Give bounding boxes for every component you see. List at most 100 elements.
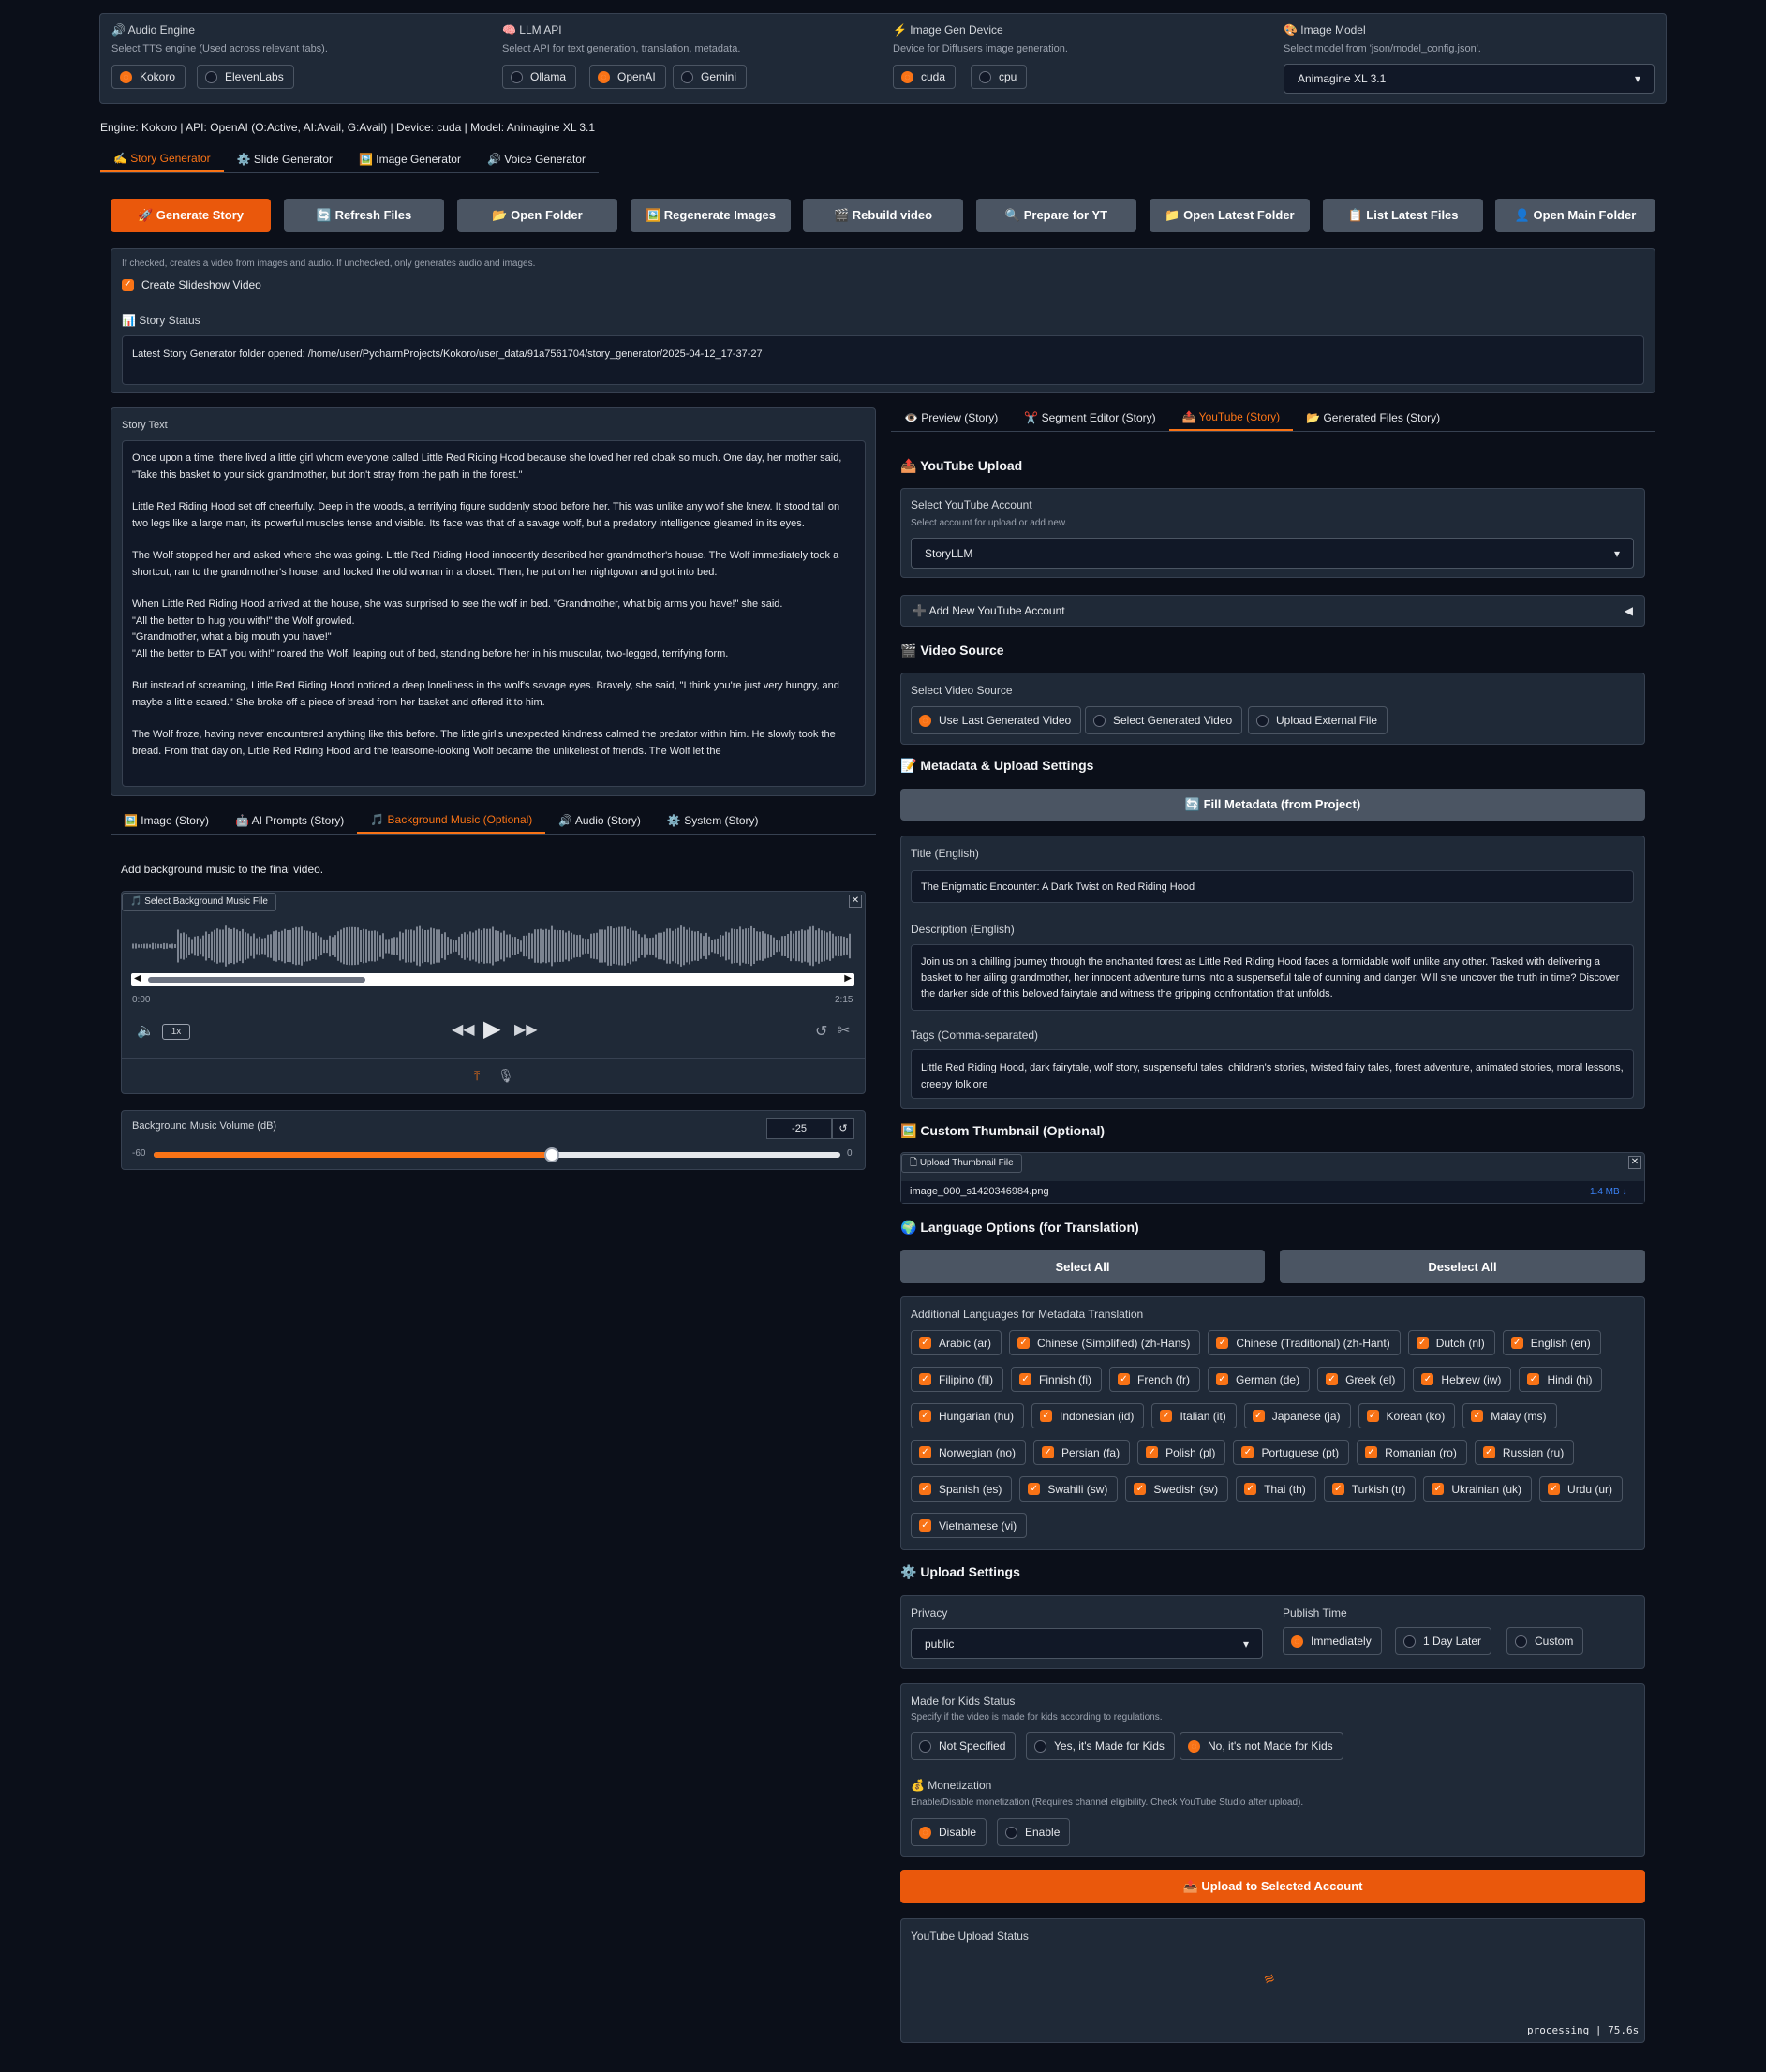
tab-voice-generator[interactable]: 🔊 Voice Generator	[474, 146, 599, 172]
scissors-icon[interactable]: ✂	[838, 1021, 850, 1040]
volume-icon[interactable]: 🔈	[137, 1022, 155, 1039]
story-textarea[interactable]: Once upon a time, there lived a little g…	[122, 440, 866, 787]
tab-story-generator[interactable]: ✍️ Story Generator	[100, 146, 224, 172]
language-checkbox[interactable]: ✓ Italian (it)	[1151, 1403, 1237, 1428]
volume-number-input[interactable]: -25	[766, 1118, 832, 1139]
tab-ai-prompts[interactable]: 🤖 AI Prompts (Story)	[222, 807, 357, 834]
tags-textarea[interactable]: Little Red Riding Hood, dark fairytale, …	[911, 1049, 1634, 1099]
add-account-accordion[interactable]: ➕ Add New YouTube Account ◀	[900, 595, 1645, 627]
language-checkbox[interactable]: ✓ Urdu (ur)	[1539, 1476, 1624, 1502]
tab-image-generator[interactable]: 🖼️ Image Generator	[346, 146, 474, 172]
slideshow-checkbox[interactable]: ✓ Create Slideshow Video	[122, 278, 261, 291]
language-checkbox[interactable]: ✓ Polish (pl)	[1137, 1440, 1226, 1465]
volume-slider[interactable]	[154, 1147, 840, 1162]
open-folder-button[interactable]: 📂 Open Folder	[457, 199, 617, 232]
thumbnail-size[interactable]: 1.4 MB ↓	[1590, 1187, 1626, 1197]
microphone-icon[interactable]: 🎙	[497, 1068, 514, 1084]
radio-kokoro[interactable]: Kokoro	[111, 65, 186, 89]
radio-monetization-enable[interactable]: Enable	[997, 1818, 1071, 1846]
generate-story-button[interactable]: 🚀 Generate Story	[111, 199, 271, 232]
language-checkbox[interactable]: ✓ Portuguese (pt)	[1233, 1440, 1350, 1465]
fill-metadata-button[interactable]: 🔄 Fill Metadata (from Project)	[900, 789, 1645, 821]
description-textarea[interactable]: Join us on a chilling journey through th…	[911, 944, 1634, 1011]
tab-slide-generator[interactable]: ⚙️ Slide Generator	[224, 146, 346, 172]
language-checkbox[interactable]: ✓ Thai (th)	[1236, 1476, 1316, 1502]
language-checkbox[interactable]: ✓ English (en)	[1502, 1330, 1601, 1355]
language-checkbox[interactable]: ✓ Spanish (es)	[911, 1476, 1013, 1502]
deselect-all-button[interactable]: Deselect All	[1280, 1250, 1645, 1283]
language-checkbox[interactable]: ✓ Japanese (ja)	[1243, 1403, 1351, 1428]
radio-select-generated-video[interactable]: Select Generated Video	[1085, 706, 1243, 734]
select-all-button[interactable]: Select All	[900, 1250, 1265, 1283]
language-checkbox[interactable]: ✓ French (fr)	[1109, 1367, 1201, 1392]
volume-reset-icon[interactable]: ↺	[832, 1118, 854, 1139]
radio-publish-custom[interactable]: Custom	[1506, 1627, 1584, 1655]
image-model-dropdown[interactable]: Animagine XL 3.1 ▾	[1284, 64, 1655, 94]
language-checkbox[interactable]: ✓ Swedish (sv)	[1125, 1476, 1229, 1502]
chevron-right-icon[interactable]: ▶	[844, 973, 852, 984]
radio-upload-external[interactable]: Upload External File	[1248, 706, 1388, 734]
tab-segment-editor[interactable]: ✂️ Segment Editor (Story)	[1011, 405, 1168, 431]
language-checkbox[interactable]: ✓ Turkish (tr)	[1323, 1476, 1417, 1502]
chevron-left-icon[interactable]: ◀	[134, 973, 141, 984]
open-main-folder-button[interactable]: 👤 Open Main Folder	[1495, 199, 1655, 232]
language-checkbox[interactable]: ✓ Vietnamese (vi)	[911, 1513, 1028, 1538]
radio-monetization-disable[interactable]: Disable	[911, 1818, 987, 1846]
tab-system-story[interactable]: ⚙️ System (Story)	[654, 807, 772, 834]
radio-kids-yes[interactable]: Yes, it's Made for Kids	[1026, 1732, 1175, 1760]
radio-publish-1-day[interactable]: 1 Day Later	[1395, 1627, 1492, 1655]
language-checkbox[interactable]: ✓ Swahili (sw)	[1019, 1476, 1119, 1502]
language-checkbox[interactable]: ✓ Norwegian (no)	[911, 1440, 1027, 1465]
radio-openai[interactable]: OpenAI	[589, 65, 666, 89]
language-checkbox[interactable]: ✓ Hebrew (iw)	[1413, 1367, 1512, 1392]
open-latest-folder-button[interactable]: 📁 Open Latest Folder	[1150, 199, 1310, 232]
radio-cpu[interactable]: cpu	[971, 65, 1028, 89]
reset-icon[interactable]: ↺	[815, 1022, 827, 1041]
language-checkbox[interactable]: ✓ German (de)	[1208, 1367, 1311, 1392]
close-icon[interactable]: ✕	[1628, 1156, 1641, 1169]
tab-image-story[interactable]: 🖼️ Image (Story)	[111, 807, 222, 834]
language-checkbox[interactable]: ✓ Hungarian (hu)	[911, 1403, 1025, 1428]
upload-button[interactable]: 📤 Upload to Selected Account	[900, 1870, 1645, 1903]
radio-kids-no[interactable]: No, it's not Made for Kids	[1180, 1732, 1343, 1760]
timeline-track[interactable]: ◀ ▶	[131, 973, 854, 986]
language-checkbox[interactable]: ✓ Greek (el)	[1317, 1367, 1406, 1392]
tab-bg-music[interactable]: 🎵 Background Music (Optional)	[357, 807, 546, 834]
language-checkbox[interactable]: ✓ Finnish (fi)	[1011, 1367, 1103, 1392]
language-checkbox[interactable]: ✓ Arabic (ar)	[911, 1330, 1002, 1355]
radio-gemini[interactable]: Gemini	[673, 65, 748, 89]
upload-icon[interactable]: ⤒	[474, 1068, 480, 1084]
list-latest-files-button[interactable]: 📋 List Latest Files	[1323, 199, 1483, 232]
regenerate-images-button[interactable]: 🖼️ Regenerate Images	[631, 199, 791, 232]
volume-slider-handle[interactable]	[544, 1147, 560, 1162]
thumbnail-filename[interactable]: image_000_s1420346984.png	[910, 1186, 1049, 1197]
forward-icon[interactable]: ▶▶	[514, 1020, 538, 1039]
language-checkbox[interactable]: ✓ Korean (ko)	[1358, 1403, 1456, 1428]
language-checkbox[interactable]: ✓ Romanian (ro)	[1357, 1440, 1467, 1465]
radio-elevenlabs[interactable]: ElevenLabs	[197, 65, 294, 89]
radio-use-last-video[interactable]: Use Last Generated Video	[911, 706, 1082, 734]
radio-ollama[interactable]: Ollama	[502, 65, 577, 89]
radio-publish-immediately[interactable]: Immediately	[1283, 1627, 1382, 1655]
language-checkbox[interactable]: ✓ Malay (ms)	[1462, 1403, 1557, 1428]
refresh-files-button[interactable]: 🔄 Refresh Files	[284, 199, 444, 232]
language-checkbox[interactable]: ✓ Dutch (nl)	[1407, 1330, 1495, 1355]
language-checkbox[interactable]: ✓ Chinese (Simplified) (zh-Hans)	[1009, 1330, 1201, 1355]
title-input[interactable]: The Enigmatic Encounter: A Dark Twist on…	[911, 870, 1634, 903]
playback-speed-button[interactable]: 1x	[162, 1024, 190, 1040]
radio-kids-not-specified[interactable]: Not Specified	[911, 1732, 1017, 1760]
language-checkbox[interactable]: ✓ Russian (ru)	[1474, 1440, 1575, 1465]
radio-cuda[interactable]: cuda	[893, 65, 957, 89]
rewind-icon[interactable]: ◀◀	[452, 1020, 475, 1039]
language-checkbox[interactable]: ✓ Ukrainian (uk)	[1423, 1476, 1533, 1502]
language-checkbox[interactable]: ✓ Persian (fa)	[1033, 1440, 1131, 1465]
close-icon[interactable]: ✕	[849, 895, 862, 908]
language-checkbox[interactable]: ✓ Filipino (fil)	[911, 1367, 1004, 1392]
waveform[interactable]	[131, 923, 854, 969]
language-checkbox[interactable]: ✓ Indonesian (id)	[1031, 1403, 1145, 1428]
tab-generated-files[interactable]: 📂 Generated Files (Story)	[1293, 405, 1453, 431]
language-checkbox[interactable]: ✓ Chinese (Traditional) (zh-Hant)	[1208, 1330, 1401, 1355]
language-checkbox[interactable]: ✓ Hindi (hi)	[1519, 1367, 1603, 1392]
play-icon[interactable]: ▶	[483, 1015, 500, 1043]
prepare-yt-button[interactable]: 🔍 Prepare for YT	[976, 199, 1136, 232]
